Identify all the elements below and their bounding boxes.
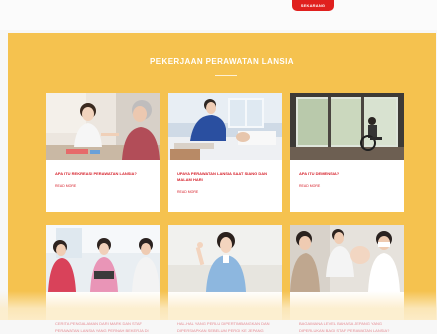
card-photo-nurse-smiling[interactable] <box>168 225 282 292</box>
read-more-link[interactable]: READ MORE <box>299 184 320 188</box>
card-title[interactable]: APA ITU REKREASI PERAWATAN LANSIA? <box>55 171 153 177</box>
card-photo-night-care[interactable] <box>168 93 282 160</box>
card-photo-caregiver-with-elder[interactable] <box>46 93 160 160</box>
card-photo-wheelchair-window[interactable] <box>290 93 404 160</box>
top-bar: SEKARANG <box>0 0 437 30</box>
section-title: PEKERJAAN PERAWATAN LANSIA <box>150 57 294 66</box>
title-divider <box>215 75 237 76</box>
read-more-link[interactable]: READ MORE <box>177 190 198 194</box>
bottom-fade-overlay <box>0 291 437 320</box>
card-title[interactable]: BAGAIMANA LEVEL BAHASA JEPANG YANG DIPER… <box>299 320 397 334</box>
card-title[interactable]: CERITA PENGALAMAN DARI MARK DAN STAF PER… <box>55 320 153 334</box>
card-title[interactable]: APA ITU DEMENSIA? <box>299 171 397 177</box>
card-photo-group-discussion[interactable] <box>290 225 404 292</box>
read-more-link[interactable]: READ MORE <box>55 184 76 188</box>
card-photo-care-staff-group[interactable] <box>46 225 160 292</box>
card-title[interactable]: HAL-HAL YANG PERLU DIPERTIMBANGKAN DAN D… <box>177 320 275 334</box>
header-cta-button[interactable]: SEKARANG <box>292 0 334 11</box>
elderly-care-jobs-section: PEKERJAAN PERAWATAN LANSIA APA ITU REKRE… <box>8 33 436 333</box>
article-card[interactable]: APA ITU REKREASI PERAWATAN LANSIA? READ … <box>46 93 160 212</box>
article-card[interactable]: APA ITU DEMENSIA? READ MORE <box>290 93 404 212</box>
article-card[interactable]: UPAYA PERAWATAN LANSIA SAAT SIANG DAN MA… <box>168 93 282 212</box>
card-title[interactable]: UPAYA PERAWATAN LANSIA SAAT SIANG DAN MA… <box>177 171 275 183</box>
